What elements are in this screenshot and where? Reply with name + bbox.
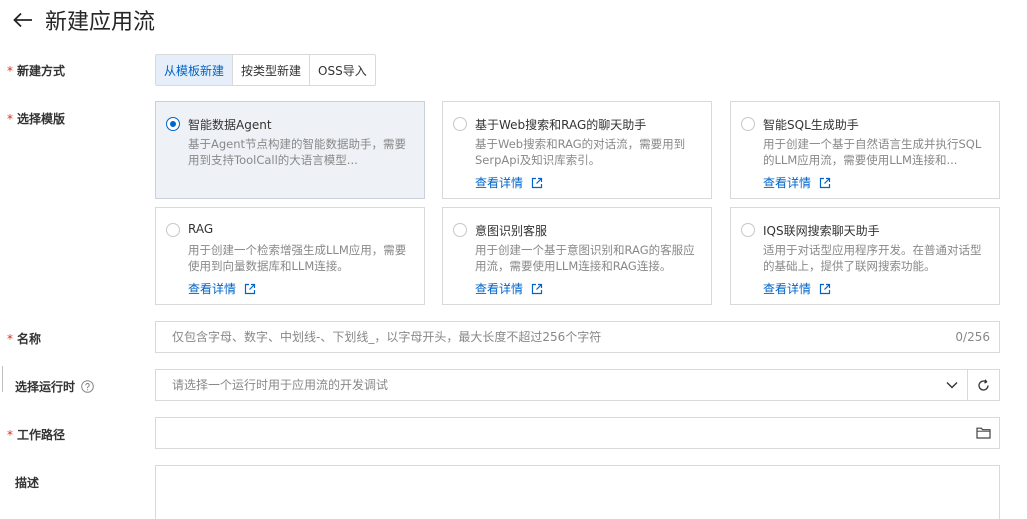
view-details-label: 查看详情 xyxy=(188,282,237,296)
view-details-link[interactable]: 查看详情 xyxy=(763,174,831,191)
view-details-link[interactable]: 查看详情 xyxy=(475,174,543,191)
view-details-label: 查看详情 xyxy=(763,282,812,296)
required-mark: * xyxy=(7,427,13,442)
name-label: * 名称 xyxy=(7,330,41,347)
radio-button[interactable] xyxy=(453,223,467,237)
card-description: 用于创建一个基于自然语言生成并执行SQL的LLM应用流，需要使用LLM连接和..… xyxy=(763,137,982,167)
required-mark: * xyxy=(7,63,13,78)
template-card-iqs-search-chat[interactable]: IQS联网搜索聊天助手 适用于对话型应用程序开发。在普通对话型的基础上，提供了联… xyxy=(730,207,1000,305)
card-description: 基于Web搜索和RAG的对话流，需要用到SerpApi及知识库索引。 xyxy=(475,137,686,167)
card-description: 用于创建一个检索增强生成LLM应用，需要使用到向量数据库和LLM连接。 xyxy=(188,243,407,273)
view-details-label: 查看详情 xyxy=(475,176,524,190)
page-header: 新建应用流 xyxy=(12,4,155,36)
view-details-link[interactable]: 查看详情 xyxy=(475,280,543,297)
view-details-label: 查看详情 xyxy=(763,176,812,190)
method-by-type-button[interactable]: 按类型新建 xyxy=(233,55,311,85)
arrow-left-icon[interactable] xyxy=(12,9,34,31)
card-title: RAG xyxy=(188,222,214,236)
name-label-text: 名称 xyxy=(17,332,42,346)
card-description: 用于创建一个基于意图识别和RAG的客服应用流，需要使用LLM连接和RAG连接。 xyxy=(475,243,695,273)
card-title: 智能数据Agent xyxy=(188,118,272,132)
refresh-icon xyxy=(977,378,990,392)
card-title: 基于Web搜索和RAG的聊天助手 xyxy=(475,118,647,132)
view-details-link[interactable]: 查看详情 xyxy=(763,280,831,297)
card-title: 智能SQL生成助手 xyxy=(763,118,859,132)
card-title: IQS联网搜索聊天助手 xyxy=(763,224,880,238)
method-label-text: 新建方式 xyxy=(17,64,66,78)
radio-button[interactable] xyxy=(741,223,755,237)
external-link-icon xyxy=(531,283,543,295)
runtime-label-text: 选择运行时 xyxy=(15,380,76,394)
chevron-down-icon[interactable] xyxy=(937,370,967,400)
runtime-label: 选择运行时 xyxy=(15,378,94,395)
path-label-text: 工作路径 xyxy=(17,428,66,442)
description-label: 描述 xyxy=(15,474,39,491)
template-card-smart-sql[interactable]: 智能SQL生成助手 用于创建一个基于自然语言生成并执行SQL的LLM应用流，需要… xyxy=(730,101,1000,199)
path-input[interactable] xyxy=(156,418,967,448)
name-input[interactable] xyxy=(156,322,956,352)
view-details-label: 查看详情 xyxy=(475,282,524,296)
refresh-button[interactable] xyxy=(967,370,999,400)
radio-button[interactable] xyxy=(166,117,180,131)
method-oss-import-button[interactable]: OSS导入 xyxy=(310,55,375,85)
required-mark: * xyxy=(7,331,13,346)
method-from-template-button[interactable]: 从模板新建 xyxy=(156,55,234,85)
method-label: * 新建方式 xyxy=(7,62,65,79)
template-card-rag[interactable]: RAG 用于创建一个检索增强生成LLM应用，需要使用到向量数据库和LLM连接。 … xyxy=(155,207,425,305)
folder-icon[interactable] xyxy=(967,418,999,448)
runtime-select-input[interactable] xyxy=(156,370,937,400)
path-label: * 工作路径 xyxy=(7,426,65,443)
template-card-intent-service[interactable]: 意图识别客服 用于创建一个基于意图识别和RAG的客服应用流，需要使用LLM连接和… xyxy=(442,207,712,305)
radio-button[interactable] xyxy=(166,223,180,237)
description-textarea[interactable] xyxy=(155,465,1000,519)
sidebar-edge-handle[interactable] xyxy=(0,366,3,392)
external-link-icon xyxy=(819,177,831,189)
template-label-text: 选择模版 xyxy=(17,112,66,126)
template-card-smart-data-agent[interactable]: 智能数据Agent 基于Agent节点构建的智能数据助手，需要用到支持ToolC… xyxy=(155,101,425,199)
description-label-text: 描述 xyxy=(15,476,40,490)
template-card-web-search-rag[interactable]: 基于Web搜索和RAG的聊天助手 基于Web搜索和RAG的对话流，需要用到Ser… xyxy=(442,101,712,199)
external-link-icon xyxy=(531,177,543,189)
page-title: 新建应用流 xyxy=(45,10,156,35)
template-label: * 选择模版 xyxy=(7,110,65,127)
external-link-icon xyxy=(244,283,256,295)
path-field xyxy=(155,417,1000,449)
radio-button[interactable] xyxy=(741,117,755,131)
card-description: 适用于对话型应用程序开发。在普通对话型的基础上，提供了联网搜索功能。 xyxy=(763,243,982,273)
view-details-link[interactable]: 查看详情 xyxy=(188,280,256,297)
external-link-icon xyxy=(819,283,831,295)
card-title: 意图识别客服 xyxy=(475,224,548,238)
name-char-counter: 0/256 xyxy=(955,330,990,344)
help-icon[interactable] xyxy=(81,380,94,393)
radio-button[interactable] xyxy=(453,117,467,131)
name-field: 0/256 xyxy=(155,321,1000,353)
runtime-select[interactable] xyxy=(155,369,1000,401)
required-mark: * xyxy=(7,111,13,126)
card-description: 基于Agent节点构建的智能数据助手，需要用到支持ToolCall的大语言模型.… xyxy=(188,137,407,167)
method-segmented-control: 从模板新建 按类型新建 OSS导入 xyxy=(155,54,376,86)
